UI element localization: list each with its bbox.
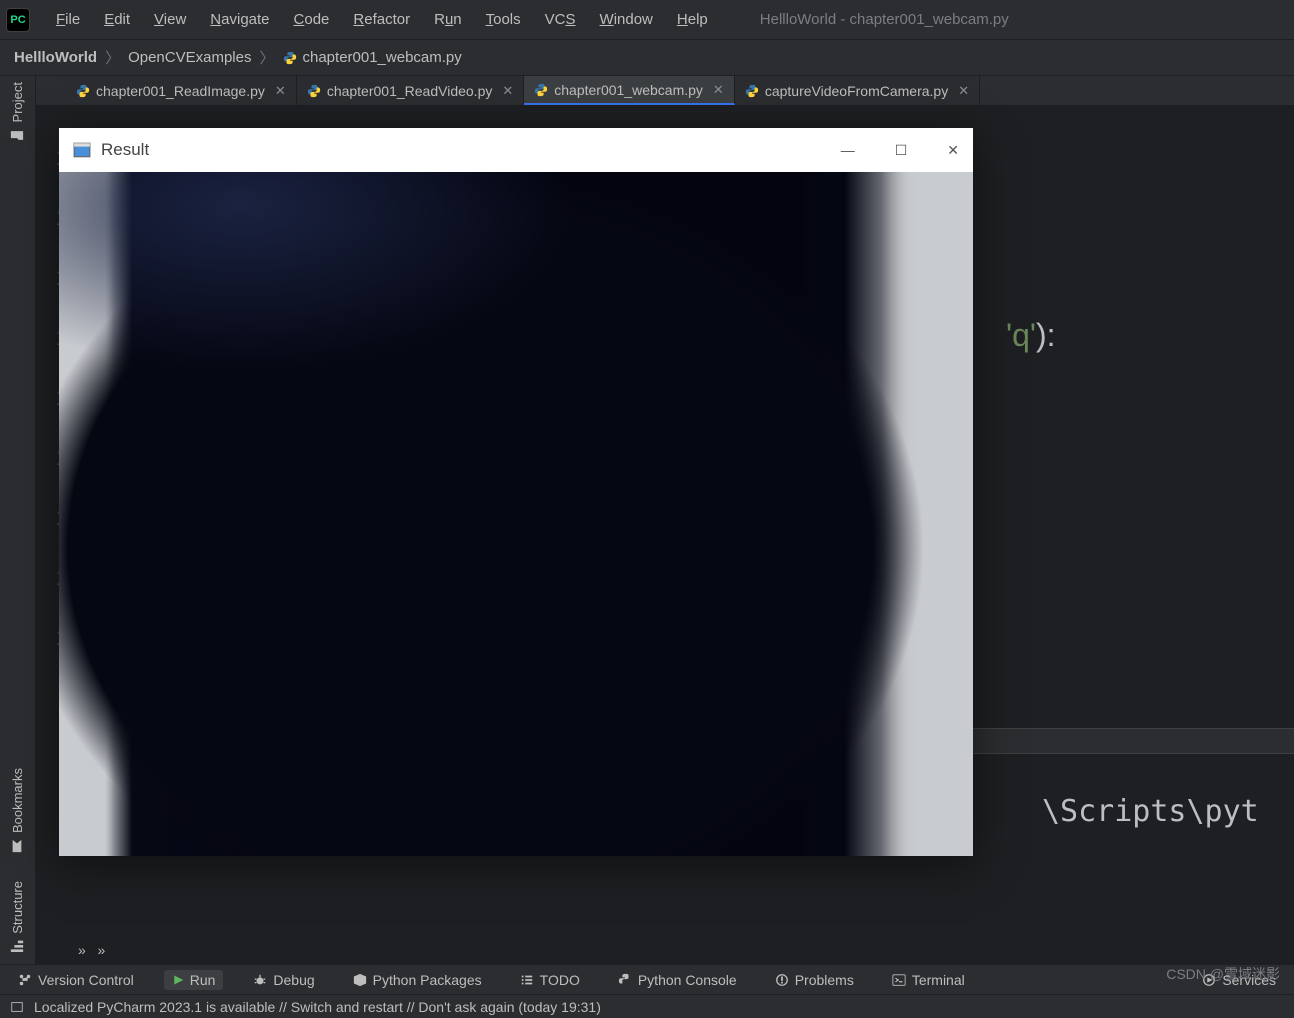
menu-code[interactable]: CodeCode [282,7,342,32]
tool-terminal[interactable]: Terminal [884,970,973,990]
breadcrumb: HellloWorld 〉 OpenCVExamples 〉 chapter00… [0,40,1294,76]
menu-navigate[interactable]: NavigateNavigate [198,7,281,32]
code-fragment: 'q'): [1006,316,1056,354]
window-title: HellloWorld - chapter001_webcam.py [760,11,1009,28]
tab-readvideo[interactable]: chapter001_ReadVideo.py ✕ [297,76,524,105]
menu-view[interactable]: ViewView [142,7,198,32]
terminal-icon [892,973,906,987]
pycharm-icon: PC [6,8,30,32]
structure-icon [11,940,25,954]
tool-python-console[interactable]: Python Console [610,970,745,990]
python-icon [307,84,321,98]
menu-file[interactable]: FFileile [44,7,92,32]
statusbar: Localized PyCharm 2023.1 is available //… [0,994,1294,1018]
python-icon [534,83,548,97]
tab-webcam[interactable]: chapter001_webcam.py ✕ [524,76,735,105]
python-icon [283,51,297,65]
breadcrumb-root[interactable]: HellloWorld [14,49,97,66]
result-title-text: Result [101,140,149,160]
panel-expand-arrows[interactable]: » » [78,942,105,958]
status-message[interactable]: Localized PyCharm 2023.1 is available //… [34,999,601,1015]
python-icon [618,973,632,987]
close-icon[interactable]: ✕ [275,83,286,99]
main-menu: FFileile EditEdit ViewView NavigateNavig… [44,7,720,32]
menu-help[interactable]: HelpHelp [665,7,720,32]
breadcrumb-sep: 〉 [259,47,274,68]
tab-readimage[interactable]: chapter001_ReadImage.py ✕ [66,76,297,105]
list-icon [520,973,534,987]
left-rail: Project Bookmarks Structure [0,76,36,964]
tab-label: chapter001_webcam.py [554,82,703,98]
close-icon[interactable]: ✕ [502,83,513,99]
rail-structure[interactable]: Structure [10,881,25,954]
maximize-icon[interactable]: ☐ [895,142,908,159]
tab-label: captureVideoFromCamera.py [765,83,948,99]
tab-capturevideo[interactable]: captureVideoFromCamera.py ✕ [735,76,980,105]
close-icon[interactable]: ✕ [958,83,969,99]
minimize-icon[interactable]: — [841,142,855,159]
menu-tools[interactable]: ToolsTools [474,7,533,32]
watermark: CSDN @雪域迷影 [1166,964,1280,984]
close-icon[interactable]: ✕ [947,142,959,159]
menu-refactor[interactable]: RefactorRefactor [341,7,422,32]
python-icon [76,84,90,98]
menu-window[interactable]: WindowWindow [588,7,665,32]
result-image [59,172,973,856]
menu-run[interactable]: RunRun [422,7,474,32]
tool-version-control[interactable]: Version Control [10,970,142,990]
menu-vcs[interactable]: VCSVCS [533,7,588,32]
result-titlebar[interactable]: Result — ☐ ✕ [59,128,973,172]
close-icon[interactable]: ✕ [713,82,724,98]
console-text: \Scripts\pyt [1042,794,1259,829]
titlebar: PC FFileile EditEdit ViewView NavigateNa… [0,0,1294,40]
packages-icon [353,973,367,987]
menu-edit[interactable]: EditEdit [92,7,142,32]
tab-label: chapter001_ReadImage.py [96,83,265,99]
result-window[interactable]: Result — ☐ ✕ [59,128,973,856]
warning-icon [775,973,789,987]
app-window-icon [73,141,91,159]
editor-tabs: chapter001_ReadImage.py ✕ chapter001_Rea… [36,76,1294,106]
play-icon [172,974,184,986]
tool-debug[interactable]: Debug [245,970,322,990]
python-icon [745,84,759,98]
tool-run[interactable]: Run [164,970,224,990]
bug-icon [253,973,267,987]
breadcrumb-file[interactable]: chapter001_webcam.py [303,49,462,66]
breadcrumb-folder[interactable]: OpenCVExamples [128,49,251,66]
tool-todo[interactable]: TODO [512,970,588,990]
tool-problems[interactable]: Problems [767,970,862,990]
bottom-toolbar: Version Control Run Debug Python Package… [0,964,1294,994]
rail-project[interactable]: Project [10,82,25,142]
notification-icon[interactable] [10,1000,24,1014]
rail-bookmarks[interactable]: Bookmarks [10,768,25,853]
tab-label: chapter001_ReadVideo.py [327,83,493,99]
bookmark-icon [11,839,25,853]
tool-python-packages[interactable]: Python Packages [345,970,490,990]
breadcrumb-sep: 〉 [105,47,120,68]
folder-icon [11,128,25,142]
branch-icon [18,973,32,987]
